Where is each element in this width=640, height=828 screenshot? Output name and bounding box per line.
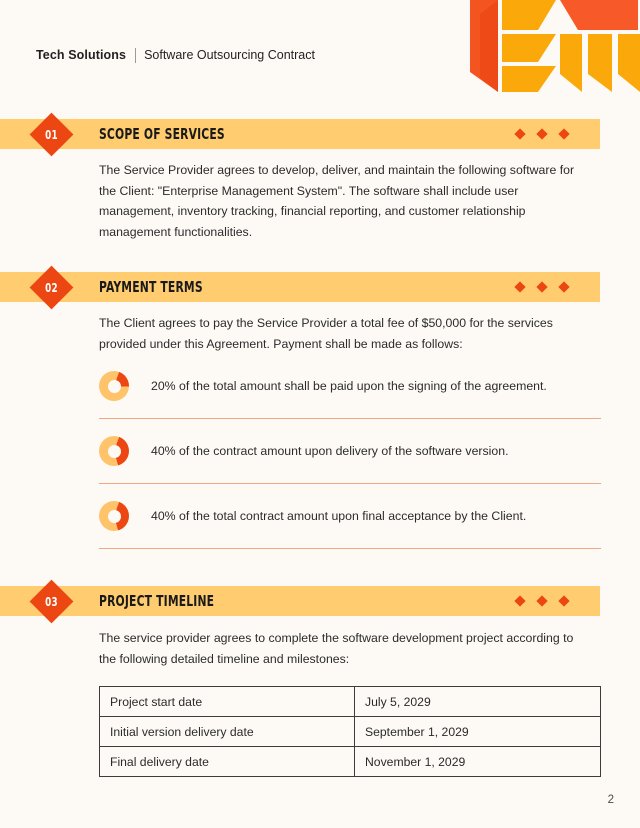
section-header-bar: 03 Project Timeline [0, 579, 600, 623]
diamond-icon [514, 281, 526, 293]
section-project-timeline: 03 Project Timeline [0, 579, 640, 623]
section-title: Payment Terms [99, 278, 203, 296]
timeline-milestone-label: Project start date [99, 686, 355, 717]
timeline-milestone-date: September 1, 2029 [354, 716, 601, 747]
bar-diamond-decoration [514, 595, 570, 607]
section-title: Project Timeline [99, 592, 215, 610]
diamond-icon [514, 595, 526, 607]
diamond-icon [536, 128, 548, 140]
geometric-em-monogram-icon [470, 0, 640, 92]
table-row: Project start date July 5, 2029 [99, 686, 601, 717]
timeline-milestone-date: November 1, 2029 [354, 746, 601, 777]
timeline-milestone-label: Final delivery date [99, 746, 355, 777]
list-item: 40% of the contract amount upon delivery… [99, 419, 601, 484]
brand-name: Tech Solutions [36, 48, 127, 63]
payment-schedule-list: 20% of the total amount shall be paid up… [99, 354, 601, 549]
donut-chart-icon [99, 371, 129, 401]
list-item: 40% of the total contract amount upon fi… [99, 484, 601, 549]
section-header-bar: 02 Payment Terms [0, 265, 600, 309]
diamond-icon [536, 595, 548, 607]
bar-diamond-decoration [514, 281, 570, 293]
table-row: Initial version delivery date September … [99, 716, 601, 747]
header-divider [135, 48, 137, 63]
list-item: 20% of the total amount shall be paid up… [99, 354, 601, 419]
table-row: Final delivery date November 1, 2029 [99, 746, 601, 777]
brand-logo-mark [460, 0, 640, 92]
project-timeline-table: Project start date July 5, 2029 Initial … [99, 686, 601, 777]
payment-term-text: 40% of the contract amount upon delivery… [151, 444, 509, 458]
section-number-label: 02 [45, 279, 58, 295]
section-paragraph: The Client agrees to pay the Service Pro… [99, 316, 553, 351]
document-subtitle: Software Outsourcing Contract [144, 48, 315, 63]
section-paragraph: The service provider agrees to complete … [99, 631, 574, 666]
section-title: Scope of Services [99, 125, 225, 143]
section-payment-terms: 02 Payment Terms [0, 265, 640, 309]
donut-chart-icon [99, 501, 129, 531]
section-header-bar: 01 Scope of Services [0, 112, 600, 156]
timeline-milestone-label: Initial version delivery date [99, 716, 355, 747]
bar-diamond-decoration [514, 128, 570, 140]
donut-chart-icon [99, 436, 129, 466]
diamond-icon [558, 281, 570, 293]
section-paragraph: The Service Provider agrees to develop, … [99, 163, 575, 239]
section-number-label: 03 [45, 593, 58, 609]
section-number-label: 01 [45, 126, 58, 142]
payment-term-text: 40% of the total contract amount upon fi… [151, 509, 527, 523]
diamond-icon [558, 595, 570, 607]
timeline-milestone-date: July 5, 2029 [354, 686, 601, 717]
document-header: Tech Solutions Software Outsourcing Cont… [36, 48, 315, 63]
diamond-icon [558, 128, 570, 140]
page-number: 2 [607, 794, 614, 806]
diamond-icon [514, 128, 526, 140]
diamond-icon [536, 281, 548, 293]
payment-term-text: 20% of the total amount shall be paid up… [151, 379, 547, 393]
section-scope-of-services: 01 Scope of Services [0, 112, 640, 156]
